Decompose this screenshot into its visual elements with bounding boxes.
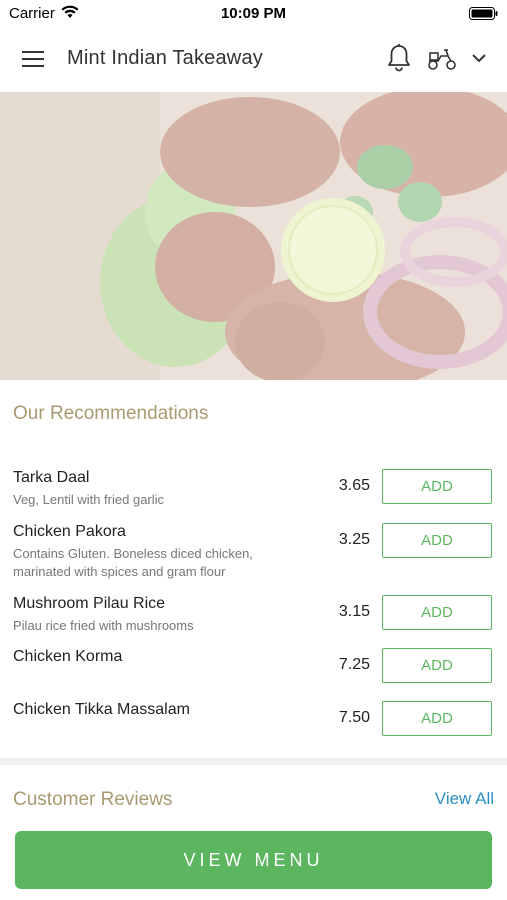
item-name: Chicken Tikka Massalam	[13, 701, 190, 718]
add-button[interactable]: ADD	[382, 701, 492, 736]
item-price: 3.65	[338, 477, 370, 494]
hero-food-image	[0, 92, 507, 380]
item-description: Pilau rice fried with mushrooms	[13, 618, 194, 633]
add-button[interactable]: ADD	[382, 648, 492, 683]
item-description: Contains Gluten. Boneless diced chicken,…	[13, 546, 253, 579]
recommendations-title: Our Recommendations	[13, 403, 209, 424]
reviews-title: Customer Reviews	[13, 789, 173, 810]
item-name: Mushroom Pilau Rice	[13, 595, 166, 612]
item-name: Chicken Korma	[13, 648, 123, 665]
add-button[interactable]: ADD	[382, 523, 492, 558]
item-name: Chicken Pakora	[13, 523, 126, 540]
item-price: 7.50	[338, 709, 370, 726]
delivery-scooter-icon[interactable]	[426, 46, 458, 72]
item-description: Veg, Lentil with fried garlic	[13, 492, 165, 507]
notification-bell-icon[interactable]	[385, 43, 413, 73]
item-price: 7.25	[338, 656, 370, 673]
section-divider	[0, 758, 507, 765]
view-all-reviews-link[interactable]: View All	[435, 789, 494, 809]
item-price: 3.15	[338, 603, 370, 620]
view-menu-button[interactable]: VIEW MENU	[15, 831, 492, 889]
restaurant-title: Mint Indian Takeaway	[67, 47, 263, 69]
chevron-down-icon[interactable]	[470, 50, 488, 66]
item-name: Tarka Daal	[13, 469, 90, 486]
add-button[interactable]: ADD	[382, 469, 492, 504]
hamburger-menu-icon[interactable]	[21, 48, 47, 70]
status-bar: Carrier 10:09 PM	[0, 0, 507, 26]
status-time: 10:09 PM	[220, 5, 287, 22]
app-header: Mint Indian Takeaway	[0, 26, 507, 92]
add-button[interactable]: ADD	[382, 595, 492, 630]
battery-icon	[469, 7, 498, 25]
item-price: 3.25	[338, 531, 370, 548]
